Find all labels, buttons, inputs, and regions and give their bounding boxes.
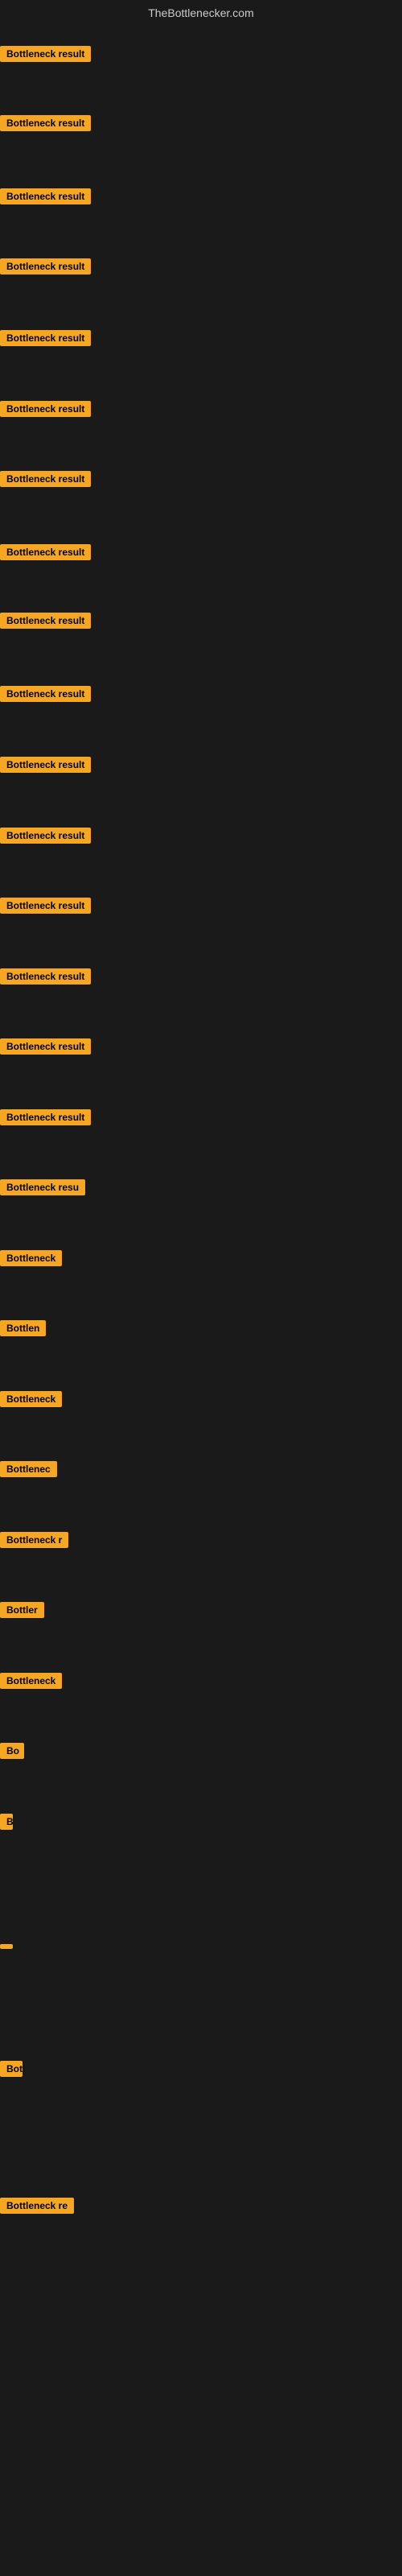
bottleneck-result-badge: Bottleneck (0, 1250, 62, 1266)
bottleneck-result-badge: Bottleneck result (0, 686, 91, 702)
bottleneck-result-badge: Bottleneck result (0, 401, 91, 417)
bottleneck-result-badge: Bottleneck result (0, 613, 91, 629)
bottleneck-result-badge: Bottleneck result (0, 968, 91, 985)
bottleneck-result-badge: Bottleneck re (0, 2198, 74, 2214)
bottleneck-result-badge: Bottler (0, 1602, 44, 1618)
bottleneck-result-badge: Bottleneck result (0, 544, 91, 560)
bottleneck-result-badge: Bottleneck result (0, 898, 91, 914)
bottleneck-result-badge: Bottleneck (0, 1391, 62, 1407)
bottleneck-result-badge: Bot (0, 2061, 23, 2077)
bottleneck-result-badge: Bo (0, 1743, 24, 1759)
bottleneck-result-badge: Bottleneck result (0, 188, 91, 204)
bottleneck-result-badge: Bottleneck result (0, 1038, 91, 1055)
bottleneck-result-badge: Bottleneck result (0, 46, 91, 62)
bottleneck-result-badge: B (0, 1814, 13, 1830)
bottleneck-result-badge: Bottleneck result (0, 471, 91, 487)
bottleneck-result-badge: Bottleneck result (0, 330, 91, 346)
bottleneck-result-badge: Bottleneck result (0, 828, 91, 844)
bottleneck-result-badge: Bottleneck result (0, 1109, 91, 1125)
bottleneck-result-badge: Bottleneck result (0, 757, 91, 773)
bottleneck-result-badge (0, 1944, 13, 1949)
bottleneck-result-badge: Bottleneck result (0, 258, 91, 275)
bottleneck-result-badge: Bottleneck resu (0, 1179, 85, 1195)
bottleneck-result-badge: Bottleneck r (0, 1532, 68, 1548)
bottleneck-result-badge: Bottlen (0, 1320, 46, 1336)
bottleneck-result-badge: Bottleneck (0, 1673, 62, 1689)
bottleneck-result-badge: Bottlenec (0, 1461, 57, 1477)
bottleneck-result-badge: Bottleneck result (0, 115, 91, 131)
site-title: TheBottlenecker.com (0, 6, 402, 19)
